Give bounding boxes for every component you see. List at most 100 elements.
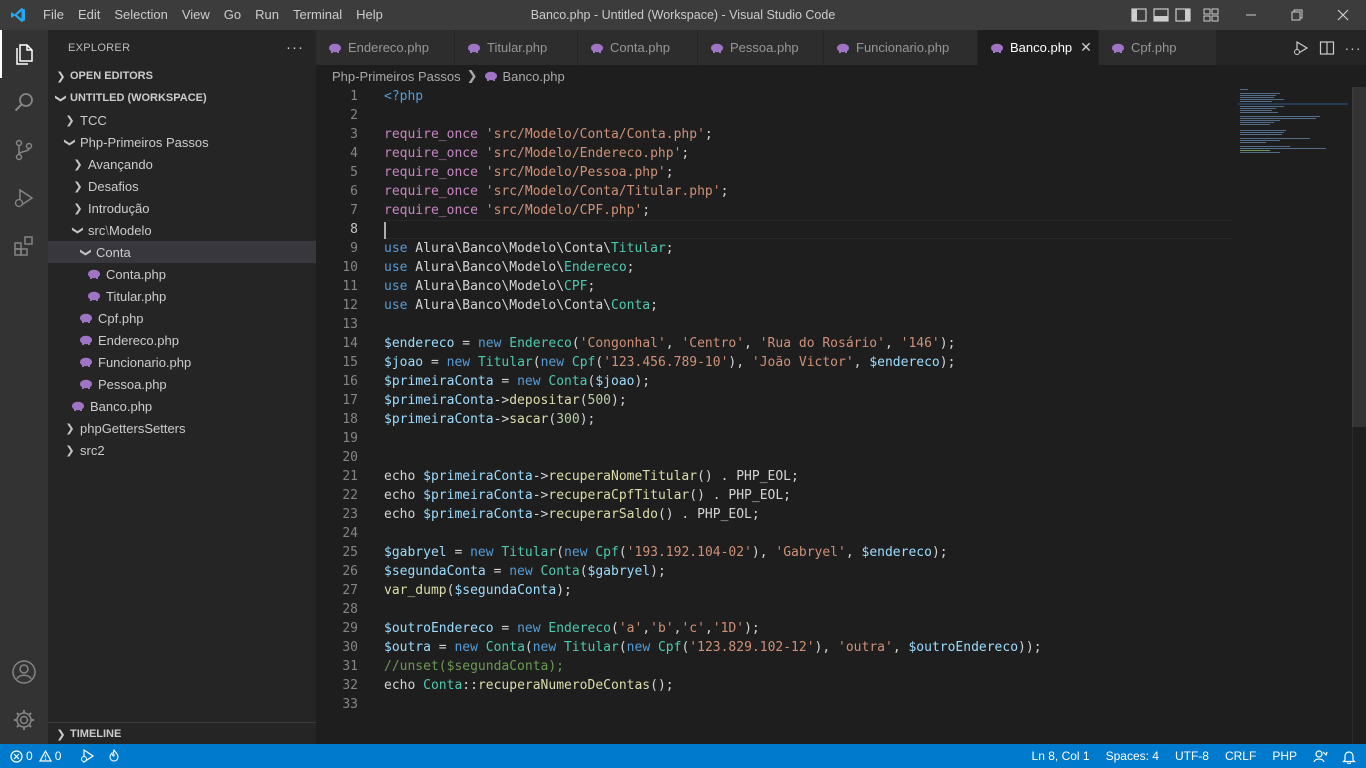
tree-label: phpGettersSetters	[80, 420, 186, 436]
explorer-icon[interactable]	[0, 30, 48, 78]
line-number: 13	[342, 317, 358, 332]
minimize-icon[interactable]	[1228, 0, 1274, 30]
toggle-sidebar-icon[interactable]	[1128, 0, 1150, 30]
tab-pessoa-php[interactable]: Pessoa.php	[698, 30, 824, 65]
tab-funcionario-php[interactable]: Funcionario.php	[824, 30, 978, 65]
tab-label: Pessoa.php	[730, 40, 799, 55]
tab-banco-php[interactable]: Banco.php ✕	[978, 30, 1099, 65]
source-control-icon[interactable]	[0, 126, 48, 174]
live-share-icon[interactable]	[101, 744, 127, 768]
line-number: 15	[342, 355, 358, 370]
menu-terminal[interactable]: Terminal	[286, 0, 349, 30]
encoding-status[interactable]: UTF-8	[1167, 744, 1217, 768]
cursor-position[interactable]: Ln 8, Col 1	[1024, 744, 1098, 768]
error-count: 0	[26, 749, 33, 763]
menu-edit[interactable]: Edit	[71, 0, 107, 30]
eol-status[interactable]: CRLF	[1217, 744, 1264, 768]
tree-folder-src-modelo[interactable]: ❯ src \ Modelo	[48, 219, 316, 241]
code-content[interactable]: <?php require_once 'src/Modelo/Conta/Con…	[384, 87, 1232, 714]
run-file-icon[interactable]	[1288, 40, 1314, 56]
line-number: 24	[342, 526, 358, 541]
notifications-bell-icon[interactable]	[1336, 744, 1366, 768]
problems-status[interactable]: 0 0	[0, 744, 67, 768]
menu-help[interactable]: Help	[349, 0, 390, 30]
tree-folder-conta[interactable]: ❯ Conta	[48, 241, 316, 263]
code-line-current	[384, 220, 1232, 239]
line-number: 9	[350, 241, 358, 256]
php-elephant-icon	[836, 43, 850, 53]
tree-folder-src2[interactable]: ❯ src2	[48, 439, 316, 461]
tree-folder-php-getters-setters[interactable]: ❯ phpGettersSetters	[48, 417, 316, 439]
tree-label: src	[88, 222, 106, 238]
menu-selection[interactable]: Selection	[107, 0, 174, 30]
line-number: 10	[342, 260, 358, 275]
menu-run[interactable]: Run	[248, 0, 286, 30]
menu-view[interactable]: View	[175, 0, 217, 30]
code-line: use Alura\Banco\Modelo\Conta\Conta;	[384, 298, 658, 313]
toggle-secondary-sidebar-icon[interactable]	[1172, 0, 1194, 30]
search-icon[interactable]	[0, 78, 48, 126]
php-elephant-icon	[78, 379, 94, 389]
accounts-icon[interactable]	[0, 648, 48, 696]
tree-file-funcionario-php[interactable]: Funcionario.php	[48, 351, 316, 373]
workspace-section[interactable]: ❯ UNTITLED (WORKSPACE)	[48, 87, 316, 109]
tree-folder-desafios[interactable]: ❯ Desafios	[48, 175, 316, 197]
menu-file[interactable]: File	[36, 0, 71, 30]
more-actions-icon[interactable]: ···	[286, 39, 304, 56]
vertical-scrollbar[interactable]	[1352, 87, 1366, 744]
tab-titular-php[interactable]: Titular.php	[455, 30, 578, 65]
run-debug-icon[interactable]	[0, 174, 48, 222]
manage-gear-icon[interactable]	[0, 696, 48, 744]
more-editor-actions-icon[interactable]: ···	[1340, 40, 1366, 56]
line-number: 4	[350, 146, 358, 161]
tab-endereco-php[interactable]: Endereco.php	[316, 30, 455, 65]
tree-file-cpf-php[interactable]: Cpf.php	[48, 307, 316, 329]
minimap[interactable]	[1238, 87, 1348, 167]
tree-label: Cpf.php	[98, 310, 144, 326]
line-number: 25	[342, 545, 358, 560]
scrollbar-thumb[interactable]	[1352, 87, 1366, 427]
breadcrumb-folder[interactable]: Php-Primeiros Passos	[332, 69, 461, 84]
tree-folder-tcc[interactable]: ❯ TCC	[48, 109, 316, 131]
tree-label: Php-Primeiros Passos	[80, 134, 209, 150]
line-number: 18	[342, 412, 358, 427]
close-tab-icon[interactable]: ✕	[1080, 39, 1092, 56]
tree-folder-avancando[interactable]: ❯ Avançando	[48, 153, 316, 175]
explorer-title: EXPLORER	[68, 41, 131, 54]
php-elephant-icon	[86, 269, 102, 279]
indentation-status[interactable]: Spaces: 4	[1098, 744, 1167, 768]
tree-folder-php-primeiros-passos[interactable]: ❯ Php-Primeiros Passos	[48, 131, 316, 153]
line-number: 2	[350, 108, 358, 123]
feedback-icon[interactable]	[1305, 744, 1336, 768]
tree-file-titular-php[interactable]: Titular.php	[48, 285, 316, 307]
restore-icon[interactable]	[1274, 0, 1320, 30]
code-line: $outroEndereco = new Endereco('a','b','c…	[384, 621, 760, 636]
extensions-icon[interactable]	[0, 222, 48, 270]
tree-file-pessoa-php[interactable]: Pessoa.php	[48, 373, 316, 395]
menu-go[interactable]: Go	[217, 0, 248, 30]
tab-cpf-php[interactable]: Cpf.php	[1099, 30, 1217, 65]
split-editor-icon[interactable]	[1314, 40, 1340, 56]
open-editors-section[interactable]: ❯ OPEN EDITORS	[48, 65, 316, 87]
chevron-right-icon: ❯	[73, 202, 83, 215]
chevron-right-icon: ❯	[73, 158, 83, 171]
code-line: $joao = new Titular(new Cpf('123.456.789…	[384, 355, 956, 370]
debug-status-icon[interactable]	[73, 744, 101, 768]
customize-layout-icon[interactable]	[1194, 0, 1228, 30]
tree-file-banco-php[interactable]: Banco.php	[48, 395, 316, 417]
line-number: 20	[342, 450, 358, 465]
close-window-icon[interactable]	[1320, 0, 1366, 30]
timeline-section[interactable]: ❯ TIMELINE	[48, 723, 316, 745]
tree-file-conta-php[interactable]: Conta.php	[48, 263, 316, 285]
tab-conta-php[interactable]: Conta.php	[578, 30, 698, 65]
tree-file-endereco-php[interactable]: Endereco.php	[48, 329, 316, 351]
tree-label: Introdução	[88, 200, 150, 216]
tree-folder-introducao[interactable]: ❯ Introdução	[48, 197, 316, 219]
code-editor[interactable]: 1 2 3 4 5 6 7 8 9 10 11 12 13 14 15 16 17 18 19 20 21 22 23 24 2…	[316, 87, 1366, 744]
tree-label: Endereco.php	[98, 332, 179, 348]
language-mode[interactable]: PHP	[1264, 744, 1305, 768]
breadcrumb-file[interactable]: Banco.php	[503, 69, 565, 84]
toggle-panel-icon[interactable]	[1150, 0, 1172, 30]
line-number: 17	[342, 393, 358, 408]
